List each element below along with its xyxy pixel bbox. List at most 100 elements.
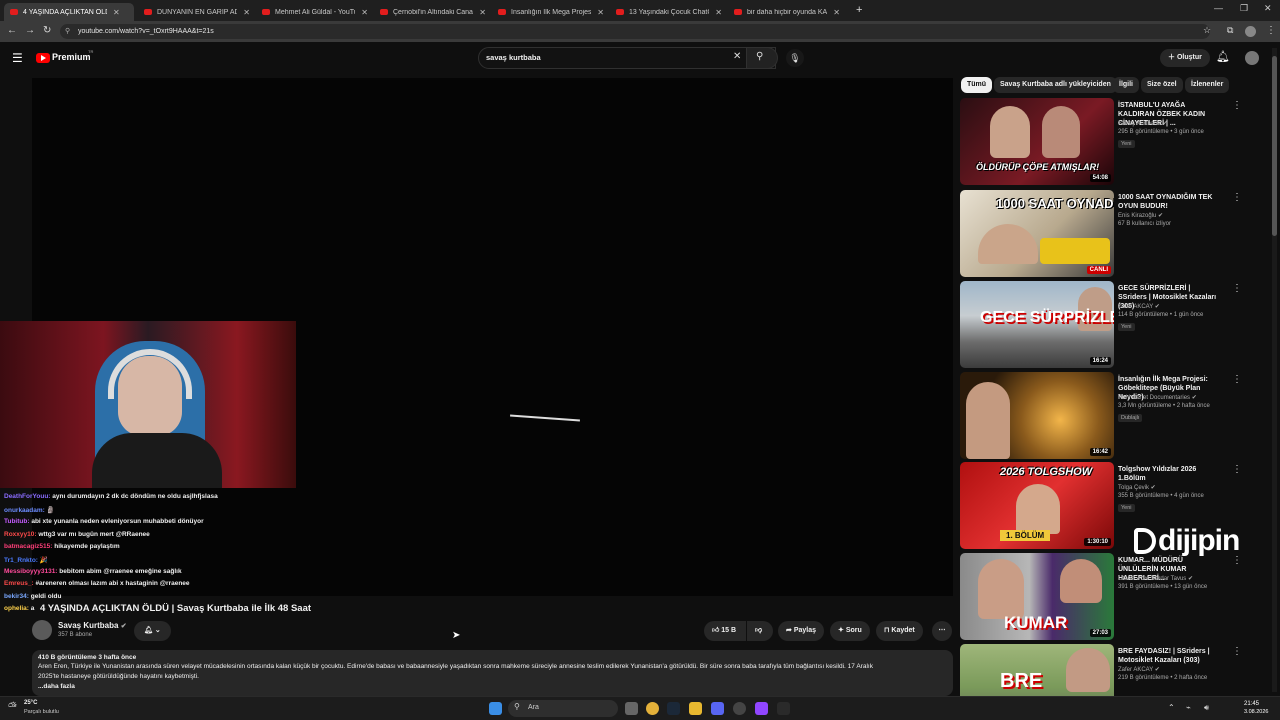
- forward-arrow-icon[interactable]: →: [25, 25, 35, 36]
- weather-icon[interactable]: ⛅︎: [8, 701, 17, 714]
- more-vertical-icon[interactable]: ⋮: [1232, 100, 1242, 111]
- video-thumbnail[interactable]: 16:42: [960, 372, 1114, 459]
- video-description[interactable]: 410 B görüntüleme 3 hafta önce Aren Eren…: [32, 650, 953, 696]
- close-tab-icon[interactable]: ✕: [715, 8, 722, 17]
- twitch-icon[interactable]: [755, 702, 768, 715]
- video-thumbnail[interactable]: 2026 TOLGSHOW 1. BÖLÜM 1:30:10: [960, 462, 1114, 549]
- browser-menu-icon[interactable]: ⋮: [1266, 25, 1276, 36]
- browser-tab-4[interactable]: Çernobil'in Altındaki Canavar U ✕: [374, 3, 492, 21]
- new-tab-button[interactable]: +: [856, 4, 862, 16]
- recommendation-item[interactable]: ÖLDÜRÜP ÇÖPE ATMIŞLAR! 54:08 İSTANBUL'U …: [960, 98, 1250, 186]
- browser-tab-2[interactable]: DÜNYANIN EN GARİP ADASINI ✕: [138, 3, 256, 21]
- close-window-button[interactable]: ✕: [1264, 3, 1272, 14]
- chip-for-you[interactable]: Size özel: [1141, 77, 1183, 93]
- channel-name[interactable]: Savaş Kurtbaba ✔: [58, 621, 127, 630]
- clock-time[interactable]: 21:45: [1244, 701, 1259, 707]
- subscribed-bell-button[interactable]: 🔔︎ ⌄: [134, 621, 171, 641]
- steam-icon[interactable]: [667, 702, 680, 715]
- voice-search-mic-icon[interactable]: 🎙︎: [786, 49, 804, 67]
- video-thumbnail[interactable]: ÖLDÜRÜP ÇÖPE ATMIŞLAR! 54:08: [960, 98, 1114, 185]
- more-actions-button[interactable]: ⋯: [932, 621, 952, 641]
- page-scrollbar[interactable]: [1272, 48, 1277, 692]
- bookmark-star-icon[interactable]: ☆: [1203, 25, 1211, 36]
- browser-tab-6[interactable]: 13 Yaşındaki Çocuk ChatGPT ile ✕: [610, 3, 728, 21]
- recommendation-channel[interactable]: Zafer AKCAY ✔: [1118, 666, 1160, 673]
- clear-search-icon[interactable]: ✕: [733, 51, 741, 62]
- video-thumbnail[interactable]: 1000 SAAT OYNADIĞIM OYUN CANLI: [960, 190, 1114, 277]
- browser-tab-5[interactable]: İnsanlığın İlk Mega Projesi Göb ✕: [492, 3, 610, 21]
- search-input[interactable]: savaş kurtbaba ✕: [478, 47, 776, 69]
- chip-related[interactable]: İlgili: [1113, 77, 1139, 93]
- recommendation-title[interactable]: 1000 SAAT OYNADIĞIM TEK OYUN BUDUR!: [1118, 193, 1220, 211]
- recommendation-title[interactable]: Tolgshow Yıldızlar 2026 1.Bölüm: [1118, 465, 1220, 483]
- weather-temp[interactable]: 25°C: [24, 700, 37, 706]
- browser-tab-1[interactable]: 4 YAŞINDA AÇLIKTAN ÖLDÜ | S ✕: [4, 3, 134, 21]
- network-icon[interactable]: ⌁: [1186, 703, 1191, 712]
- account-avatar[interactable]: [1245, 51, 1259, 65]
- like-button[interactable]: 👍︎ 15 B: [704, 621, 746, 641]
- back-arrow-icon[interactable]: ←: [7, 25, 17, 36]
- youtube-logo-text[interactable]: Premium: [52, 52, 91, 62]
- recommendation-item[interactable]: 16:42 İnsanlığın İlk Mega Projesi: Göbek…: [960, 372, 1250, 460]
- close-tab-icon[interactable]: ✕: [479, 8, 486, 17]
- more-vertical-icon[interactable]: ⋮: [1232, 646, 1242, 657]
- ask-button[interactable]: ✦ Soru: [830, 621, 870, 641]
- profile-avatar-icon[interactable]: [1245, 26, 1256, 37]
- extensions-icon[interactable]: ⧉: [1227, 25, 1233, 36]
- app-icon[interactable]: [777, 702, 790, 715]
- more-vertical-icon[interactable]: ⋮: [1232, 374, 1242, 385]
- save-button[interactable]: ⊓ Kaydet: [876, 621, 923, 641]
- dislike-button[interactable]: 👎︎: [747, 621, 773, 641]
- recommendation-item[interactable]: 1000 SAAT OYNADIĞIM OYUN CANLI 1000 SAAT…: [960, 190, 1250, 278]
- share-button[interactable]: ➦ Paylaş: [778, 621, 824, 641]
- show-more-link[interactable]: ...daha fazla: [38, 683, 75, 690]
- discord-icon[interactable]: [711, 702, 724, 715]
- create-button[interactable]: ＋ Oluştur: [1160, 49, 1210, 67]
- more-vertical-icon[interactable]: ⋮: [1232, 283, 1242, 294]
- recommendation-channel[interactable]: Literat ✔ ve Serdar Tavus ✔: [1118, 575, 1193, 582]
- hamburger-menu-icon[interactable]: ☰: [12, 51, 23, 65]
- video-thumbnail[interactable]: GECE SÜRPRİZLERİ 16:24: [960, 281, 1114, 368]
- minimize-button[interactable]: —: [1214, 3, 1223, 13]
- recommendation-item[interactable]: KUMAR 27:03 KUMAR... MÜDÜRÜ ÜNLÜLERİN KU…: [960, 553, 1250, 641]
- file-explorer-icon[interactable]: [689, 702, 702, 715]
- taskbar-search-box[interactable]: ⚲ Ara: [508, 700, 618, 717]
- maximize-button[interactable]: ❐: [1240, 3, 1248, 14]
- reload-icon[interactable]: ↻: [43, 25, 51, 36]
- recommendation-channel[interactable]: Zafer AKCAY ✔: [1118, 303, 1160, 310]
- youtube-logo-icon[interactable]: [36, 53, 50, 63]
- volume-icon[interactable]: 🔊︎: [1204, 703, 1209, 713]
- chip-watched[interactable]: İzlenenler: [1185, 77, 1230, 93]
- address-bar[interactable]: ⚲ youtube.com/watch?v=_tOxrt9HAAA&t=21s: [60, 24, 1210, 39]
- video-thumbnail[interactable]: BRE: [960, 644, 1114, 696]
- task-view-icon[interactable]: [625, 702, 638, 715]
- close-tab-icon[interactable]: ✕: [113, 8, 120, 17]
- notifications-bell-icon[interactable]: 🔔︎: [1216, 50, 1230, 63]
- recommendation-channel[interactable]: Enis Kirazoğlu ✔: [1118, 212, 1163, 219]
- recommendation-item[interactable]: GECE SÜRPRİZLERİ 16:24 GECE SÜRPRİZLERİ …: [960, 281, 1250, 369]
- close-tab-icon[interactable]: ✕: [243, 8, 250, 17]
- more-vertical-icon[interactable]: ⋮: [1232, 192, 1242, 203]
- channel-avatar[interactable]: [32, 620, 52, 640]
- browser-tab-7[interactable]: bir daha hiçbir oyunda KAZANA ✕: [728, 3, 846, 21]
- recommendation-title[interactable]: BRE FAYDASIZ! | SSriders | Motosiklet Ka…: [1118, 647, 1220, 665]
- browser-tab-3[interactable]: Mehmet Ali Güldal - YouTube ✕: [256, 3, 374, 21]
- search-button[interactable]: ⚲: [746, 47, 778, 69]
- windows-start-icon[interactable]: [489, 702, 502, 715]
- scrollbar-thumb[interactable]: [1272, 56, 1277, 236]
- more-vertical-icon[interactable]: ⋮: [1232, 464, 1242, 475]
- chip-all[interactable]: Tümü: [961, 77, 993, 93]
- close-tab-icon[interactable]: ✕: [833, 8, 840, 17]
- close-tab-icon[interactable]: ✕: [361, 8, 368, 17]
- chrome-icon[interactable]: [646, 702, 659, 715]
- close-tab-icon[interactable]: ✕: [597, 8, 604, 17]
- chip-from-uploader[interactable]: Savaş Kurtbaba adlı yükleyiciden: [994, 77, 1117, 93]
- recommendation-channel[interactable]: Ruhi Cenet Documentaries ✔: [1118, 394, 1197, 401]
- video-thumbnail[interactable]: KUMAR 27:03: [960, 553, 1114, 640]
- clock-date[interactable]: 3.08.2026: [1244, 709, 1268, 715]
- recommendation-item[interactable]: BRE BRE FAYDASIZ! | SSriders | Motosikle…: [960, 644, 1250, 696]
- site-info-icon[interactable]: ⚲: [65, 24, 70, 39]
- tray-chevron-icon[interactable]: ⌃: [1168, 703, 1175, 712]
- recommendation-channel[interactable]: Savaş Kurtbaba ✔: [1118, 120, 1167, 127]
- recommendation-channel[interactable]: Tolga Çevik ✔: [1118, 484, 1156, 491]
